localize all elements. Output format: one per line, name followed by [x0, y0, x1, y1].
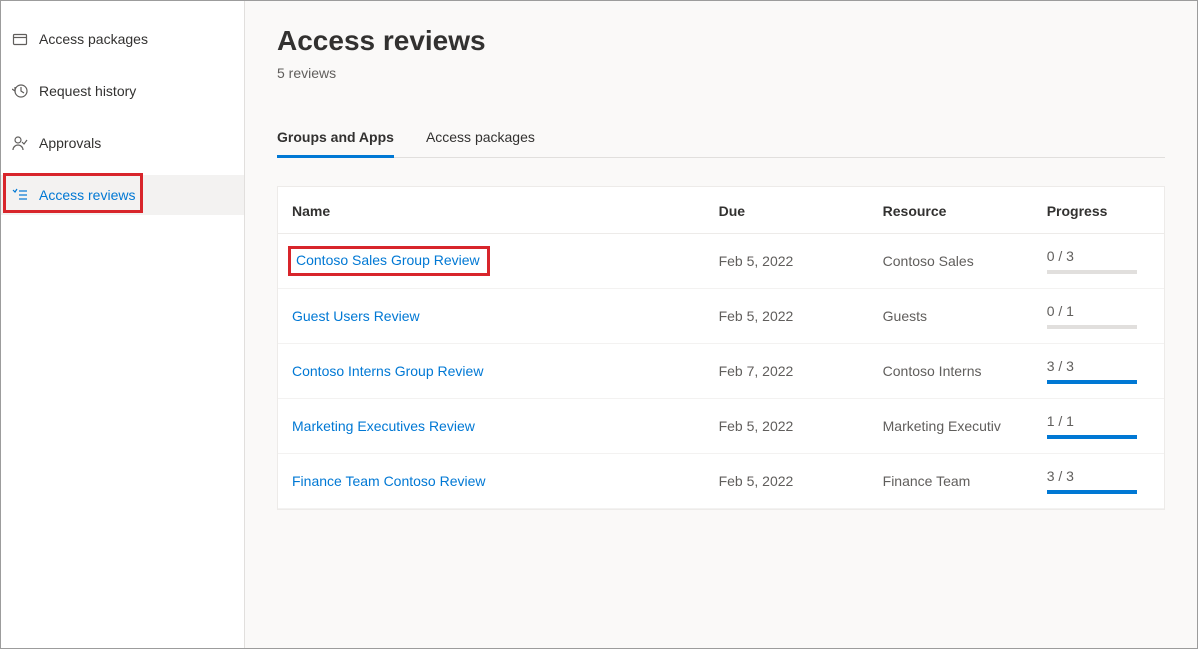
- cell-name: Finance Team Contoso Review: [278, 454, 705, 509]
- cell-due: Feb 5, 2022: [705, 289, 869, 344]
- sidebar-item-label: Access packages: [39, 31, 148, 47]
- tab-label: Access packages: [426, 129, 535, 145]
- package-icon: [11, 30, 29, 48]
- cell-due: Feb 5, 2022: [705, 454, 869, 509]
- progress-bar: [1047, 490, 1137, 494]
- progress-bar: [1047, 380, 1137, 384]
- cell-name: Guest Users Review: [278, 289, 705, 344]
- history-icon: [11, 82, 29, 100]
- tabs: Groups and Apps Access packages: [277, 121, 1165, 158]
- table-row: Marketing Executives Review Feb 5, 2022Ma…: [278, 399, 1164, 454]
- sidebar: Access packages Request history Approval…: [1, 1, 245, 648]
- col-header-due[interactable]: Due: [705, 187, 869, 234]
- progress-bar: [1047, 325, 1137, 329]
- page-title: Access reviews: [277, 25, 1165, 57]
- cell-resource: Finance Team: [869, 454, 1033, 509]
- cell-progress: 3 / 3: [1033, 454, 1164, 509]
- cell-due: Feb 7, 2022: [705, 344, 869, 399]
- cell-name: Contoso Sales Group Review: [278, 234, 705, 289]
- col-header-resource[interactable]: Resource: [869, 187, 1033, 234]
- review-link[interactable]: Contoso Interns Group Review: [292, 363, 483, 379]
- progress-text: 1 / 1: [1047, 413, 1150, 429]
- cell-resource: Contoso Interns: [869, 344, 1033, 399]
- progress-fill: [1047, 380, 1137, 384]
- progress-text: 0 / 1: [1047, 303, 1150, 319]
- sidebar-item-label: Access reviews: [39, 187, 135, 203]
- cell-progress: 0 / 1: [1033, 289, 1164, 344]
- cell-progress: 3 / 3: [1033, 344, 1164, 399]
- tab-groups-and-apps[interactable]: Groups and Apps: [277, 121, 394, 158]
- app-frame: Access packages Request history Approval…: [0, 0, 1198, 649]
- progress-text: 0 / 3: [1047, 248, 1150, 264]
- progress-fill: [1047, 490, 1137, 494]
- sidebar-item-access-reviews[interactable]: Access reviews: [1, 175, 244, 215]
- cell-progress: 0 / 3: [1033, 234, 1164, 289]
- progress-text: 3 / 3: [1047, 468, 1150, 484]
- col-header-progress[interactable]: Progress: [1033, 187, 1164, 234]
- cell-resource: Contoso Sales: [869, 234, 1033, 289]
- sidebar-item-access-packages[interactable]: Access packages: [1, 19, 244, 59]
- review-link[interactable]: Finance Team Contoso Review: [292, 473, 486, 489]
- cell-name: Contoso Interns Group Review: [278, 344, 705, 399]
- progress-fill: [1047, 435, 1137, 439]
- reviews-icon: [11, 186, 29, 204]
- review-link[interactable]: Contoso Sales Group Review: [296, 252, 480, 268]
- table-row: Guest Users Review Feb 5, 2022Guests 0 / 1: [278, 289, 1164, 344]
- progress-bar: [1047, 435, 1137, 439]
- cell-name: Marketing Executives Review: [278, 399, 705, 454]
- col-header-name[interactable]: Name: [278, 187, 705, 234]
- page-subtitle: 5 reviews: [277, 65, 1165, 81]
- review-link[interactable]: Guest Users Review: [292, 308, 420, 324]
- table-row: Contoso Sales Group Review Feb 5, 2022Con…: [278, 234, 1164, 289]
- tab-label: Groups and Apps: [277, 129, 394, 145]
- approvals-icon: [11, 134, 29, 152]
- reviews-table: Name Due Resource Progress Contoso Sales…: [278, 187, 1164, 509]
- progress-bar: [1047, 270, 1137, 274]
- table-row: Contoso Interns Group Review Feb 7, 2022C…: [278, 344, 1164, 399]
- sidebar-item-request-history[interactable]: Request history: [1, 71, 244, 111]
- cell-due: Feb 5, 2022: [705, 234, 869, 289]
- cell-progress: 1 / 1: [1033, 399, 1164, 454]
- cell-resource: Marketing Executiv: [869, 399, 1033, 454]
- reviews-table-card: Name Due Resource Progress Contoso Sales…: [277, 186, 1165, 510]
- sidebar-item-label: Approvals: [39, 135, 101, 151]
- sidebar-item-approvals[interactable]: Approvals: [1, 123, 244, 163]
- review-link[interactable]: Marketing Executives Review: [292, 418, 475, 434]
- progress-text: 3 / 3: [1047, 358, 1150, 374]
- sidebar-item-label: Request history: [39, 83, 136, 99]
- tab-access-packages[interactable]: Access packages: [426, 121, 535, 157]
- cell-due: Feb 5, 2022: [705, 399, 869, 454]
- cell-resource: Guests: [869, 289, 1033, 344]
- main-content: Access reviews 5 reviews Groups and Apps…: [245, 1, 1197, 648]
- table-row: Finance Team Contoso Review Feb 5, 2022Fi…: [278, 454, 1164, 509]
- table-header-row: Name Due Resource Progress: [278, 187, 1164, 234]
